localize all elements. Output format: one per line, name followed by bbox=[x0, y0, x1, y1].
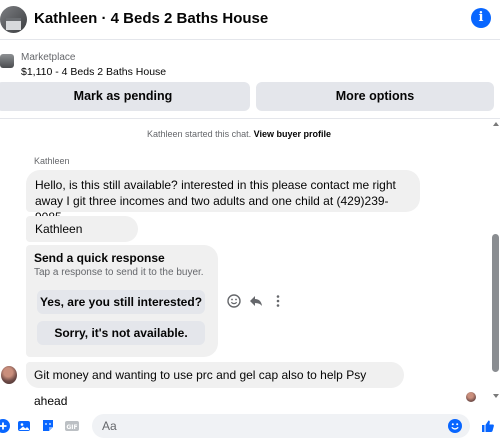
thumbs-up-icon[interactable] bbox=[480, 418, 496, 434]
scroll-down-arrow-icon[interactable] bbox=[493, 394, 499, 398]
listing-source-label: Marketplace bbox=[21, 52, 76, 63]
chat-started-notice: Kathleen started this chat. View buyer p… bbox=[0, 129, 478, 139]
chat-title[interactable]: Kathleen · 4 Beds 2 Baths House bbox=[34, 10, 268, 27]
chat-header: Kathleen · 4 Beds 2 Baths House i bbox=[0, 0, 500, 40]
message-actions bbox=[226, 293, 290, 309]
more-vertical-icon[interactable] bbox=[270, 293, 286, 309]
scrollbar[interactable] bbox=[491, 122, 500, 410]
smiley-react-icon[interactable] bbox=[226, 293, 242, 309]
seen-receipt-avatar bbox=[466, 392, 476, 402]
reply-icon[interactable] bbox=[248, 293, 264, 309]
gif-icon[interactable]: GIF bbox=[64, 418, 80, 434]
quick-response-subtitle: Tap a response to send it to the buyer. bbox=[34, 267, 204, 278]
message-input[interactable] bbox=[92, 414, 470, 438]
chat-started-text: Kathleen started this chat. bbox=[147, 129, 254, 139]
more-options-button[interactable]: More options bbox=[256, 82, 494, 111]
listing-avatar[interactable] bbox=[0, 6, 27, 33]
plus-icon[interactable] bbox=[0, 418, 11, 434]
quick-response-title: Send a quick response bbox=[34, 251, 165, 265]
info-icon[interactable]: i bbox=[471, 8, 491, 28]
scroll-up-arrow-icon[interactable] bbox=[493, 122, 499, 126]
quick-response-option[interactable]: Sorry, it's not available. bbox=[37, 321, 205, 345]
sender-avatar[interactable] bbox=[1, 366, 17, 384]
messenger-chat-window: Kathleen · 4 Beds 2 Baths House i Market… bbox=[0, 0, 500, 440]
divider bbox=[0, 118, 500, 119]
message-bubble[interactable]: Kathleen Edington bbox=[26, 216, 138, 262]
view-buyer-profile-link[interactable]: View buyer profile bbox=[254, 129, 331, 139]
message-composer: GIF bbox=[0, 412, 500, 440]
mark-as-pending-button[interactable]: Mark as pending bbox=[0, 82, 250, 111]
marketplace-listing[interactable]: Marketplace $1,110 - 4 Beds 2 Baths Hous… bbox=[0, 50, 500, 78]
sender-name: Kathleen bbox=[34, 156, 70, 166]
message-bubble[interactable]: Git money and wanting to use prc and gel… bbox=[26, 362, 404, 408]
svg-text:GIF: GIF bbox=[66, 424, 77, 431]
listing-name: $1,110 - 4 Beds 2 Baths House bbox=[21, 66, 167, 78]
emoji-icon[interactable] bbox=[447, 418, 463, 434]
message-bubble[interactable]: Hello, is this still available? interest… bbox=[26, 170, 420, 224]
sticker-icon[interactable] bbox=[40, 418, 56, 434]
listing-thumbnail bbox=[0, 54, 14, 68]
quick-response-option[interactable]: Yes, are you still interested? bbox=[37, 290, 205, 314]
photo-icon[interactable] bbox=[16, 418, 32, 434]
scrollbar-thumb[interactable] bbox=[492, 234, 499, 372]
quick-response-card: Send a quick response Tap a response to … bbox=[26, 245, 218, 357]
